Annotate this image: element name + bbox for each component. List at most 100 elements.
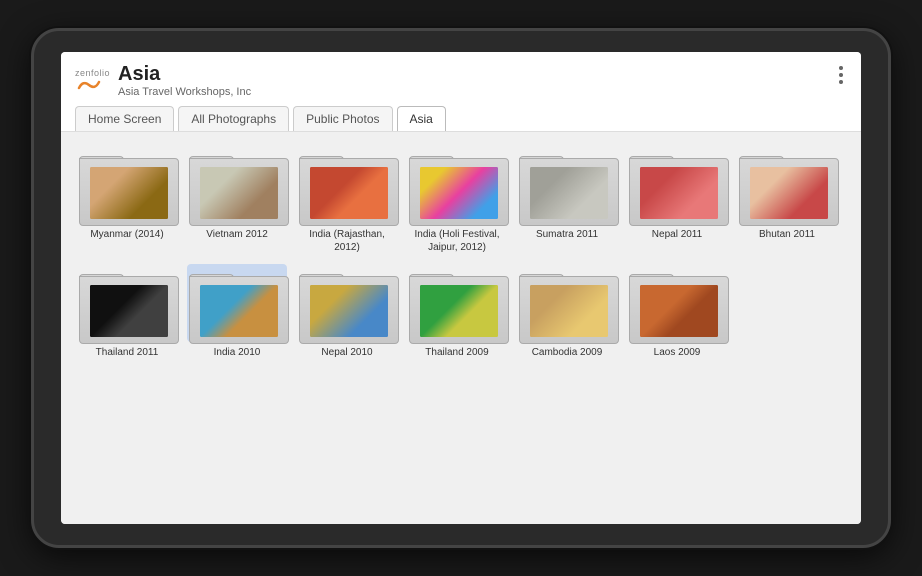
folder-thumbnail bbox=[640, 285, 718, 337]
folder-thumbnail bbox=[310, 167, 388, 219]
device-screen: zenfolio Asia Asia Travel Workshops, Inc bbox=[61, 52, 861, 524]
folder-item-myanmar[interactable]: Myanmar (2014) bbox=[77, 146, 177, 254]
folder-icon-wrapper bbox=[407, 146, 507, 224]
folder-thumbnail bbox=[310, 285, 388, 337]
folder-body bbox=[409, 158, 509, 226]
folder-name: Nepal 2011 bbox=[652, 228, 702, 241]
folder-name: India 2010 bbox=[214, 346, 261, 359]
folder-icon-wrapper bbox=[737, 146, 837, 224]
tab-home-screen[interactable]: Home Screen bbox=[75, 106, 174, 131]
folder-shape bbox=[409, 148, 509, 226]
page-title: Asia bbox=[118, 62, 251, 86]
folder-item-thailand-2011[interactable]: Thailand 2011 bbox=[77, 264, 177, 359]
folder-thumbnail bbox=[90, 167, 168, 219]
tab-public-photos[interactable]: Public Photos bbox=[293, 106, 392, 131]
folder-icon-wrapper bbox=[407, 264, 507, 342]
folder-item-nepal-2010[interactable]: Nepal 2010 bbox=[297, 264, 397, 359]
folder-shape bbox=[519, 266, 619, 344]
menu-dot-3 bbox=[839, 80, 843, 84]
folder-body bbox=[409, 276, 509, 344]
folder-shape bbox=[299, 266, 399, 344]
folder-item-india-raj[interactable]: India (Rajasthan, 2012) bbox=[297, 146, 397, 254]
folder-icon-wrapper bbox=[77, 264, 177, 342]
folder-thumbnail-bg bbox=[420, 167, 498, 219]
menu-dot-1 bbox=[839, 66, 843, 70]
folder-thumbnail bbox=[90, 285, 168, 337]
folder-body bbox=[629, 158, 729, 226]
folder-item-laos[interactable]: Laos 2009 bbox=[627, 264, 727, 359]
title-block: Asia Asia Travel Workshops, Inc bbox=[118, 62, 251, 98]
folder-thumbnail-bg bbox=[200, 285, 278, 337]
folder-item-sumatra[interactable]: Sumatra 2011 bbox=[517, 146, 617, 254]
folder-thumbnail-bg bbox=[640, 167, 718, 219]
folder-item-thailand-2009[interactable]: Thailand 2009 bbox=[407, 264, 507, 359]
folder-body bbox=[79, 158, 179, 226]
folder-name: Cambodia 2009 bbox=[532, 346, 603, 359]
folder-icon-wrapper bbox=[517, 264, 617, 342]
folder-thumbnail bbox=[750, 167, 828, 219]
folder-icon-wrapper bbox=[77, 146, 177, 224]
folder-name: India (Holi Festival, Jaipur, 2012) bbox=[407, 228, 507, 254]
tab-asia[interactable]: Asia bbox=[397, 106, 446, 131]
folder-thumbnail-bg bbox=[90, 285, 168, 337]
folder-thumbnail bbox=[200, 285, 278, 337]
menu-dot-2 bbox=[839, 73, 843, 77]
folder-name: India (Rajasthan, 2012) bbox=[297, 228, 397, 254]
folder-icon-wrapper bbox=[627, 264, 727, 342]
zenfolio-swirl-icon bbox=[75, 78, 103, 92]
folder-body bbox=[519, 276, 619, 344]
more-menu-button[interactable] bbox=[835, 62, 847, 88]
folder-item-india-holi[interactable]: India (Holi Festival, Jaipur, 2012) bbox=[407, 146, 507, 254]
zenfolio-text: zenfolio bbox=[75, 68, 110, 78]
folder-icon-wrapper bbox=[187, 146, 287, 224]
folder-thumbnail-bg bbox=[530, 285, 608, 337]
folder-thumbnail-bg bbox=[200, 167, 278, 219]
folder-shape bbox=[519, 148, 619, 226]
content-area: Myanmar (2014) Vietnam 2012 bbox=[61, 132, 861, 524]
zenfolio-logo: zenfolio bbox=[75, 68, 110, 92]
folder-icon-wrapper bbox=[517, 146, 617, 224]
folder-body bbox=[299, 276, 399, 344]
folder-name: Vietnam 2012 bbox=[206, 228, 268, 241]
folder-name: Thailand 2011 bbox=[96, 346, 159, 359]
folder-shape bbox=[189, 148, 289, 226]
folder-thumbnail bbox=[640, 167, 718, 219]
folder-shape bbox=[629, 266, 729, 344]
folder-icon-wrapper bbox=[187, 264, 287, 342]
folder-name: Sumatra 2011 bbox=[536, 228, 598, 241]
folder-name: Myanmar (2014) bbox=[90, 228, 163, 241]
folder-item-bhutan[interactable]: Bhutan 2011 bbox=[737, 146, 837, 254]
folder-thumbnail-bg bbox=[640, 285, 718, 337]
folder-body bbox=[519, 158, 619, 226]
header: zenfolio Asia Asia Travel Workshops, Inc bbox=[61, 52, 861, 132]
folders-grid: Myanmar (2014) Vietnam 2012 bbox=[77, 146, 845, 359]
folder-item-vietnam[interactable]: Vietnam 2012 bbox=[187, 146, 287, 254]
folder-thumbnail bbox=[200, 167, 278, 219]
folder-shape bbox=[299, 148, 399, 226]
folder-thumbnail-bg bbox=[90, 167, 168, 219]
folder-thumbnail-bg bbox=[530, 167, 608, 219]
folder-name: Laos 2009 bbox=[654, 346, 701, 359]
folder-shape bbox=[79, 148, 179, 226]
folder-body bbox=[299, 158, 399, 226]
folder-body bbox=[189, 158, 289, 226]
header-left: zenfolio Asia Asia Travel Workshops, Inc bbox=[75, 62, 251, 98]
folder-shape bbox=[189, 266, 289, 344]
folder-shape bbox=[79, 266, 179, 344]
folder-icon-wrapper bbox=[297, 264, 397, 342]
folder-thumbnail-bg bbox=[310, 167, 388, 219]
folder-shape bbox=[629, 148, 729, 226]
folder-item-nepal-2011[interactable]: Nepal 2011 bbox=[627, 146, 727, 254]
folder-body bbox=[739, 158, 839, 226]
folder-icon-wrapper bbox=[297, 146, 397, 224]
tab-all-photographs[interactable]: All Photographs bbox=[178, 106, 289, 131]
folder-item-india-2010[interactable]: India 2010 bbox=[187, 264, 287, 359]
folder-thumbnail-bg bbox=[310, 285, 388, 337]
device-frame: zenfolio Asia Asia Travel Workshops, Inc bbox=[31, 28, 891, 548]
folder-item-cambodia[interactable]: Cambodia 2009 bbox=[517, 264, 617, 359]
page-subtitle: Asia Travel Workshops, Inc bbox=[118, 86, 251, 98]
folder-thumbnail bbox=[420, 167, 498, 219]
folder-thumbnail bbox=[530, 167, 608, 219]
folder-thumbnail bbox=[420, 285, 498, 337]
folder-name: Thailand 2009 bbox=[425, 346, 488, 359]
